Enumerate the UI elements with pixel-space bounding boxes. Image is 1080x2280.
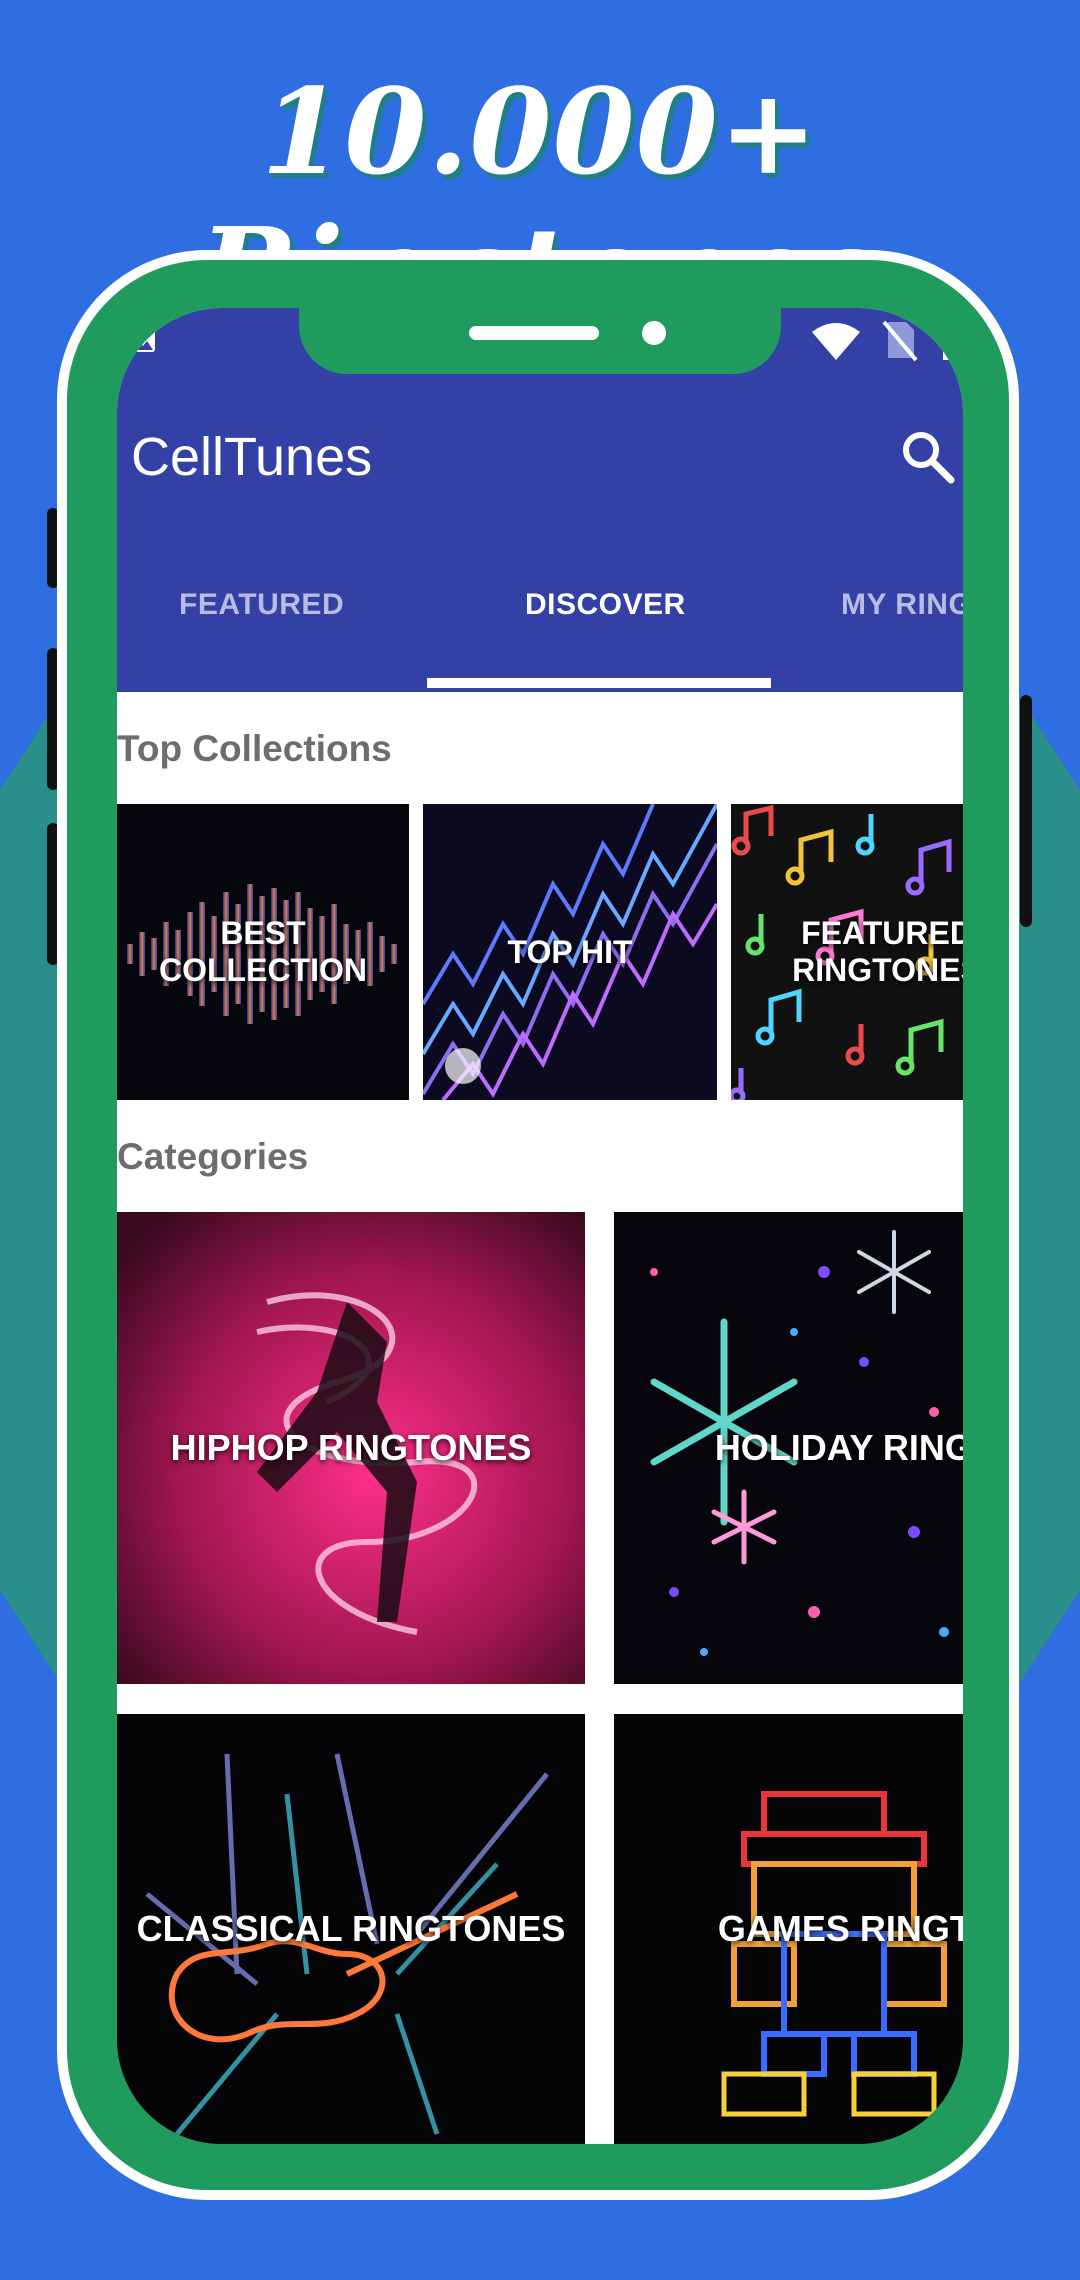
phone-notch [299,308,781,374]
category-label-holiday: HOLIDAY RINGTO [714,1427,963,1469]
collection-label-featured: FEATURED RINGTONES [792,915,963,988]
image-icon [123,324,155,352]
category-tile-games[interactable]: GAMES RINGTOI [614,1714,963,2144]
no-sim-icon [882,320,918,362]
category-label-hiphop: HIPHOP RINGTONES [170,1427,532,1469]
tab-my-ringtones[interactable]: MY RING [841,588,963,622]
active-tab-indicator [427,678,771,688]
top-collections-title: Top Collections [117,728,392,769]
collection-tile-featured[interactable]: FEATURED RINGTONES [731,804,963,1100]
collection-label-best: BEST COLLECTION [159,915,367,988]
speaker-grille [469,326,599,340]
wifi-icon [812,323,860,360]
collection-tile-best[interactable]: BEST COLLECTION [117,804,409,1100]
phone-screen: CellTunes FEATURED DISCOVER MY RING Top … [117,308,963,2144]
tab-discover[interactable]: DISCOVER [525,588,686,622]
phone-right-button [1020,695,1032,927]
app-bar: CellTunes FEATURED DISCOVER MY RING [117,308,963,692]
category-tile-classical[interactable]: CLASSICAL RINGTONES [117,1714,585,2144]
category-tile-hiphop[interactable]: HIPHOP RINGTONES [117,1212,585,1684]
app-title: CellTunes [131,427,373,487]
categories-title: Categories [117,1136,309,1177]
front-camera [642,321,666,345]
collection-tile-top-hit[interactable]: TOP HIT [423,804,717,1100]
battery-icon [943,326,963,360]
category-tile-holiday[interactable]: HOLIDAY RINGTO [614,1212,963,1684]
tab-featured[interactable]: FEATURED [179,588,344,622]
collection-label-top-hit: TOP HIT [507,933,633,970]
category-label-games: GAMES RINGTOI [717,1908,963,1950]
category-label-classical: CLASSICAL RINGTONES [136,1908,566,1950]
search-icon[interactable] [899,428,955,484]
